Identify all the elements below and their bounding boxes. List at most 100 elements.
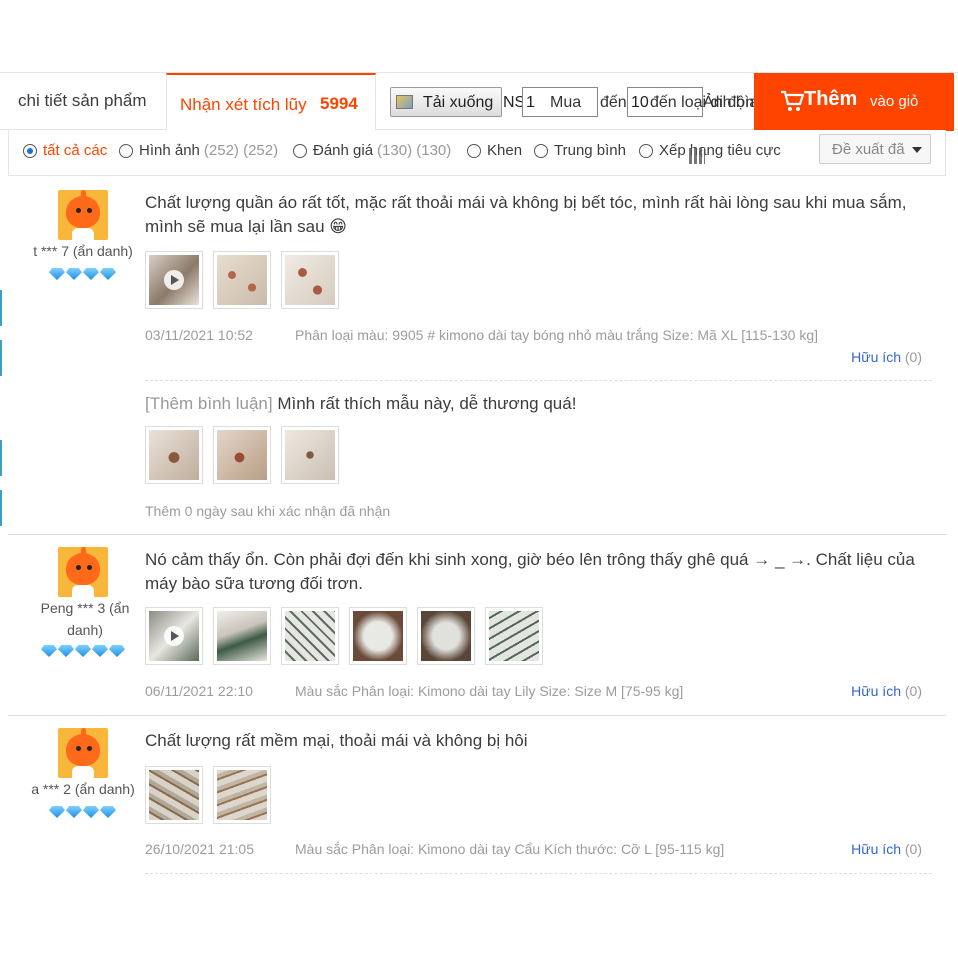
overlay-text-buy: Mua (550, 94, 582, 111)
review-variant: Màu sắc Phân loại: Kimono dài tay Cẩu Kí… (295, 841, 725, 857)
review-photos (145, 766, 271, 824)
review-photo[interactable] (281, 607, 339, 665)
add-to-cart-button[interactable]: Thêm vào giỏ (754, 73, 954, 131)
diamond-icon (100, 268, 116, 280)
sort-dropdown-value: Đề xuất đã (832, 141, 905, 158)
qr-code-icon (689, 148, 705, 164)
helpful-label: Hữu ích (851, 349, 901, 365)
divider (145, 873, 932, 874)
filter-positive[interactable]: Khen (467, 142, 522, 159)
filter-images-label: Hình ảnh (139, 142, 200, 159)
review-text: Chất lượng rất mềm mại, thoải mái và khô… (145, 731, 528, 750)
filter-ratings[interactable]: Đánh giá (130) (130) (293, 142, 451, 159)
review-photo[interactable] (281, 426, 339, 484)
tab-reviews-count: 5994 (320, 94, 358, 113)
download-label: Tải xuống (423, 94, 494, 111)
add-to-cart-sublabel: vào giỏ (870, 93, 919, 110)
review-meta: 26/10/2021 21:05 Màu sắc Phân loại: Kimon… (145, 841, 724, 857)
review-text: Chất lượng quần áo rất tốt, mặc rất thoả… (145, 193, 907, 236)
review-photo[interactable] (213, 607, 271, 665)
reviewer-level-gems (41, 645, 125, 657)
followup-label: [Thêm bình luận] (145, 394, 273, 413)
review-photo[interactable] (213, 251, 271, 309)
diamond-icon (92, 645, 108, 657)
filter-all[interactable]: tất cả các (23, 142, 107, 159)
avatar (58, 547, 108, 597)
avatar (58, 728, 108, 778)
diamond-icon (100, 806, 116, 818)
diamond-icon (83, 268, 99, 280)
review-item: a *** 2 (ẩn danh) Chất lượng rất mềm mại… (8, 716, 946, 888)
review-photo[interactable] (213, 766, 271, 824)
filter-all-label: tất cả các (43, 142, 108, 159)
filter-images[interactable]: Hình ảnh (252) (252) (119, 142, 278, 159)
tab-product-detail[interactable]: chi tiết sản phẩm (18, 91, 147, 111)
filter-negative-label: Xếp hạng tiêu cực (659, 142, 781, 159)
diamond-icon (49, 268, 65, 280)
helpful-link[interactable]: Hữu ích (0) (851, 349, 922, 365)
followup-text: [Thêm bình luận] Mình rất thích mẫu này,… (145, 392, 915, 416)
radio-icon (534, 143, 548, 158)
image-icon (396, 95, 413, 109)
helpful-count: (0) (904, 683, 922, 699)
radio-icon (293, 143, 307, 158)
review-photo[interactable] (485, 607, 543, 665)
review-item: t *** 7 (ẩn danh) Chất lượng quần áo rất… (8, 176, 946, 535)
edge-mark (0, 290, 2, 326)
reviewer-level-gems (49, 806, 116, 818)
review-date: 06/11/2021 22:10 (145, 683, 253, 699)
review-photo-video[interactable] (145, 607, 203, 665)
caret-down-icon (912, 147, 922, 153)
filter-ratings-count: (130) (130) (377, 142, 452, 159)
review-meta: 03/11/2021 10:52 Phân loại màu: 9905 # ki… (145, 327, 818, 343)
overlay-text-cover: Ảnh bìa (703, 94, 759, 111)
review-photo[interactable] (349, 607, 407, 665)
filter-neutral[interactable]: Trung bình (534, 142, 626, 159)
tab-reviews-label: Nhận xét tích lũy (180, 95, 307, 114)
review-date: 26/10/2021 21:05 (145, 841, 254, 857)
diamond-icon (75, 645, 91, 657)
review-date: 03/11/2021 10:52 (145, 327, 253, 343)
play-icon (164, 270, 184, 290)
helpful-label: Hữu ích (851, 841, 901, 857)
followup-photos (145, 426, 339, 484)
reviewer-name: a *** 2 (ẩn danh) (31, 781, 135, 797)
helpful-link[interactable]: Hữu ích (0) (851, 683, 922, 699)
sort-dropdown[interactable]: Đề xuất đã (819, 134, 931, 164)
followup-note: Thêm 0 ngày sau khi xác nhận đã nhận (145, 503, 391, 519)
review-meta: 06/11/2021 22:10 Màu sắc Phân loại: Kimon… (145, 683, 683, 699)
filter-positive-label: Khen (487, 142, 523, 159)
tab-bar: chi tiết sản phẩm Nhận xét tích lũy 5994… (0, 72, 958, 131)
helpful-count: (0) (904, 349, 922, 365)
diamond-icon (109, 645, 125, 657)
overlay-text-to: đến (600, 94, 627, 111)
reviewer-name: t *** 7 (ẩn danh) (33, 243, 133, 259)
followup-content: Mình rất thích mẫu này, dễ thương quá! (277, 394, 577, 413)
diamond-icon (66, 268, 82, 280)
review-photo[interactable] (213, 426, 271, 484)
avatar (58, 190, 108, 240)
diamond-icon (83, 806, 99, 818)
add-to-cart-label: Thêm (804, 88, 858, 110)
tab-reviews[interactable]: Nhận xét tích lũy 5994 (166, 73, 376, 131)
diamond-icon (49, 806, 65, 818)
review-variant: Màu sắc Phân loại: Kimono dài tay Lily S… (295, 683, 684, 699)
filter-ratings-label: Đánh giá (313, 142, 374, 159)
reviewer-level-gems (49, 268, 116, 280)
radio-icon (467, 143, 481, 158)
review-photo[interactable] (281, 251, 339, 309)
radio-icon (639, 143, 653, 158)
helpful-count: (0) (904, 841, 922, 857)
review-photo[interactable] (145, 766, 203, 824)
review-text: Nó cảm thấy ổn. Còn phải đợi đến khi sin… (145, 550, 915, 593)
review-item: Peng *** 3 (ẩn danh) Nó cảm thấy ổn. Còn… (8, 535, 946, 716)
play-icon (164, 626, 184, 646)
download-button[interactable]: Tải xuống (390, 87, 502, 117)
review-photo-video[interactable] (145, 251, 203, 309)
filter-negative[interactable]: Xếp hạng tiêu cực (639, 142, 781, 159)
review-photo[interactable] (145, 426, 203, 484)
review-photo[interactable] (417, 607, 475, 665)
divider (145, 380, 932, 381)
helpful-link[interactable]: Hữu ích (0) (851, 841, 922, 857)
filter-images-count: (252) (252) (203, 142, 279, 159)
